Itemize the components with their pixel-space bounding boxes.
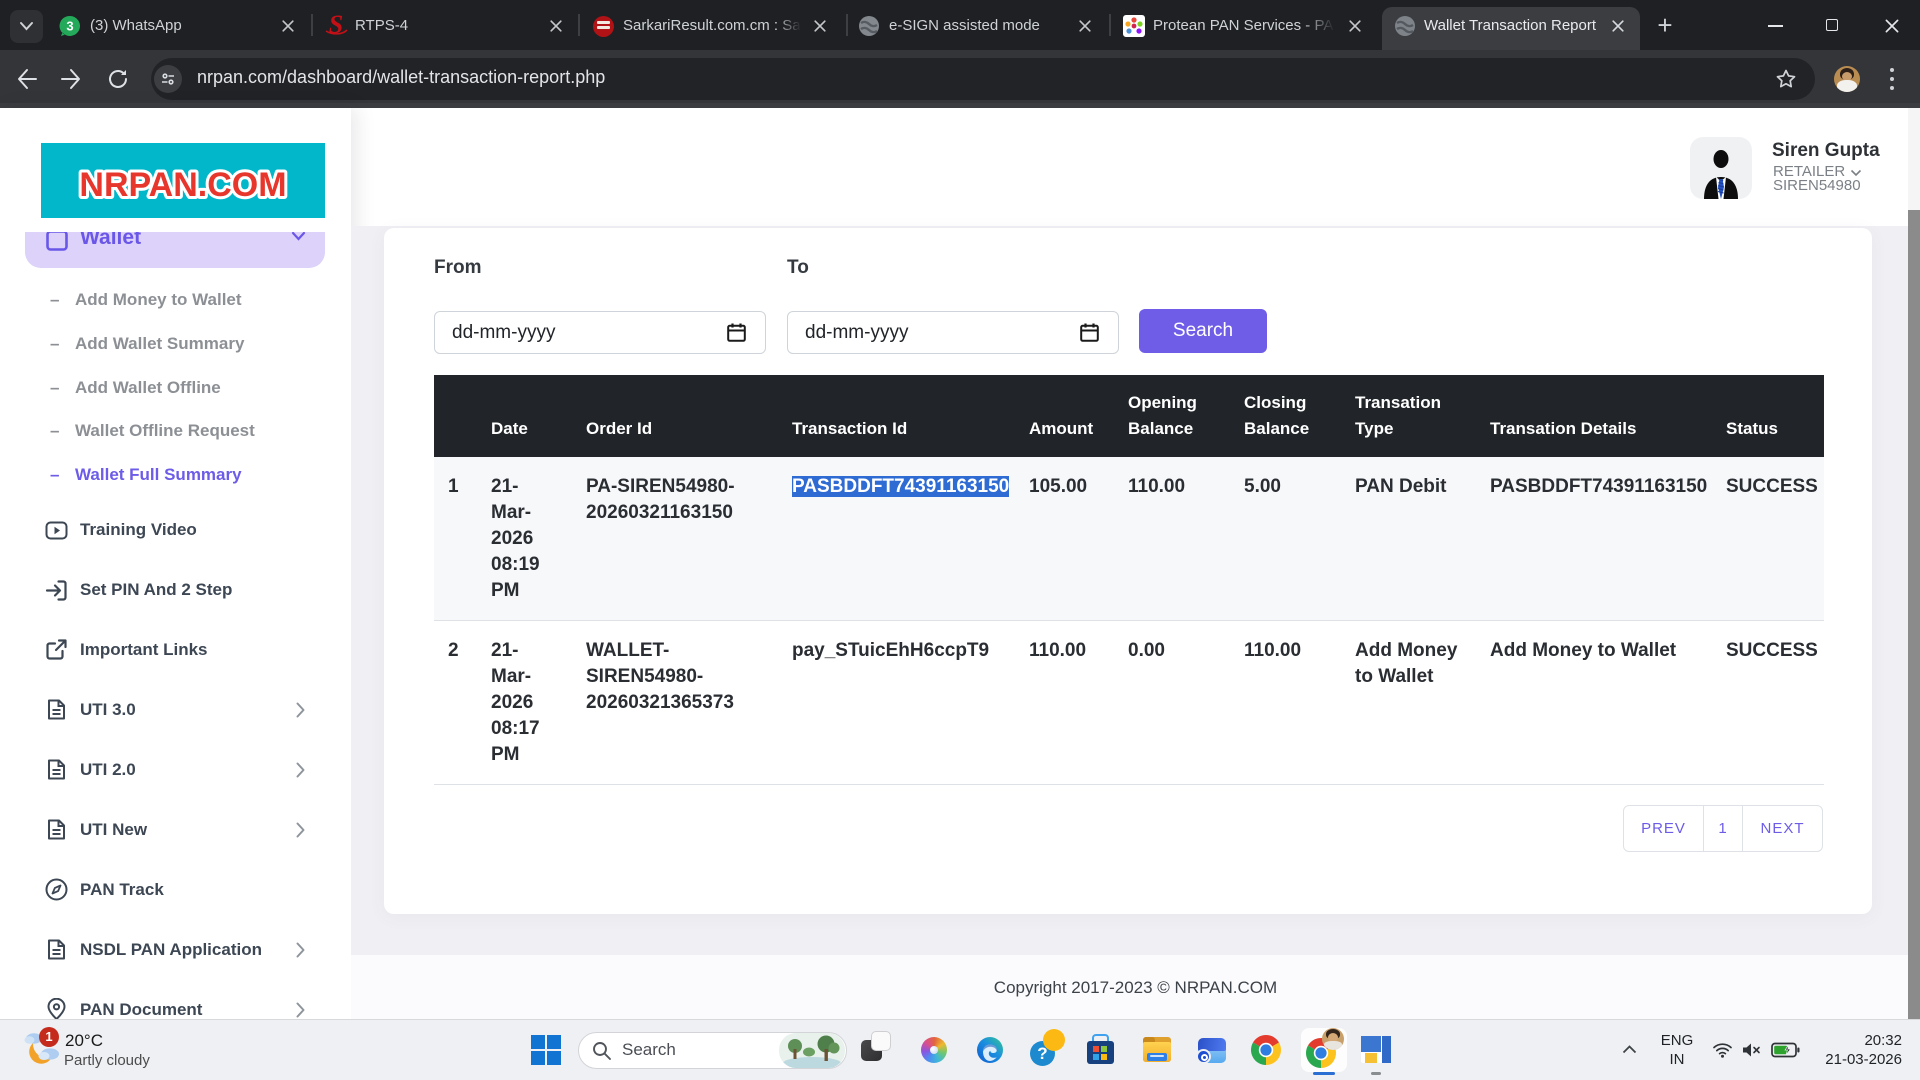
svg-text:NRPAN.COM: NRPAN.COM (79, 166, 286, 204)
svg-text:S: S (329, 12, 343, 39)
svg-text:3: 3 (66, 19, 73, 34)
